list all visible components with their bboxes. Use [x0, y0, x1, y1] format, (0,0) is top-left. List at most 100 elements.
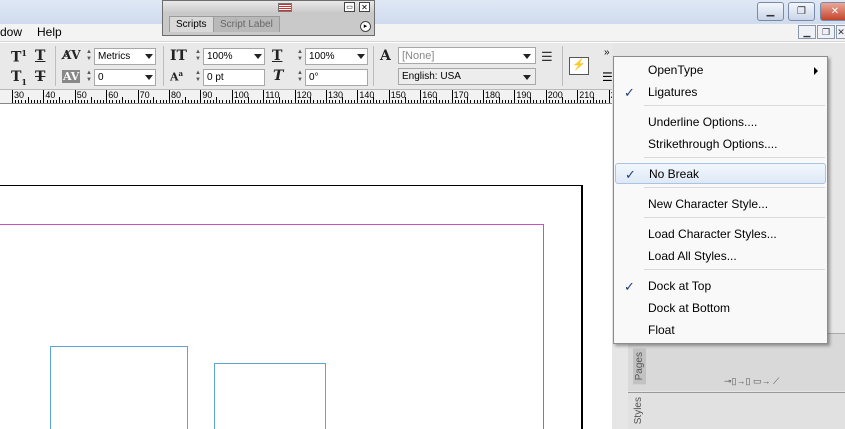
skew-stepper[interactable]: ▲ ▼	[296, 70, 304, 84]
ruler-minor-tick	[322, 100, 324, 103]
divider	[373, 46, 374, 86]
ruler-tick	[326, 90, 327, 103]
menu-item-label: No Break	[649, 167, 700, 181]
chevron-down-icon[interactable]	[254, 54, 262, 59]
more-options-icon[interactable]: »	[604, 47, 610, 58]
restore-button[interactable]: ❐	[788, 2, 815, 21]
vertical-scale-stepper[interactable]: ▲ ▼	[194, 49, 202, 63]
ruler-minor-tick	[282, 100, 284, 103]
minimize-button[interactable]: ▁	[757, 2, 784, 21]
menu-item-underline-options[interactable]: Underline Options....	[615, 112, 826, 133]
ruler-minor-tick	[395, 100, 397, 103]
baseline-shift-field[interactable]: 0 pt	[203, 69, 265, 86]
style-options-icon[interactable]: ☰	[541, 49, 553, 65]
menu-item-label: Underline Options....	[648, 115, 758, 129]
graphics-frame[interactable]	[50, 346, 188, 429]
tab-scripts[interactable]: Scripts	[169, 16, 214, 32]
ruler-minor-tick	[121, 97, 123, 103]
chevron-down-icon[interactable]	[145, 75, 153, 80]
menu-item-dock-at-top[interactable]: ✓ Dock at Top	[615, 276, 826, 297]
graphics-frame[interactable]	[214, 363, 326, 429]
ruler-tick	[74, 90, 76, 103]
kerning-icon: A̸V	[62, 48, 81, 62]
ruler-minor-tick	[580, 100, 582, 103]
ruler-minor-tick	[46, 100, 48, 103]
panel-menu-icon[interactable]: ▸	[360, 21, 371, 32]
menu-item-float[interactable]: Float	[615, 320, 826, 341]
vertical-scale-icon: IT	[170, 48, 187, 64]
menu-item-strikethrough-options[interactable]: Strikethrough Options....	[615, 134, 826, 155]
ruler-minor-tick	[90, 97, 92, 103]
underline-icon[interactable]: T	[35, 48, 45, 64]
checkmark-icon: ✓	[624, 279, 635, 294]
ruler-minor-tick	[241, 100, 243, 103]
menu-window[interactable]: dow	[0, 25, 22, 39]
ruler-minor-tick	[109, 100, 111, 103]
horizontal-ruler[interactable]: 30 40 50 60 70 80 90 100 110 120 130 140 150 160 170 18…	[0, 90, 612, 104]
ruler-minor-tick	[206, 100, 208, 103]
close-panel-icon[interactable]: ✕	[359, 2, 370, 12]
ruler-minor-tick	[461, 100, 463, 103]
tab-script-label[interactable]: Script Label	[213, 16, 280, 32]
skew-field[interactable]: 0°	[305, 69, 368, 86]
pages-panel-controls[interactable]: ⊸▯→▯ ▭→ ⟋	[724, 376, 779, 387]
kerning-stepper[interactable]: ▲ ▼	[85, 49, 93, 63]
panel-grip[interactable]: ▭ ✕	[163, 1, 374, 14]
ruler-minor-tick	[118, 100, 120, 103]
menu-item-load-all-styles[interactable]: Load All Styles...	[615, 246, 826, 267]
chevron-down-icon[interactable]	[523, 75, 531, 80]
ruler-minor-tick	[558, 100, 560, 103]
menu-item-label: Dock at Top	[648, 279, 712, 293]
checkmark-icon: ✓	[624, 85, 635, 100]
ruler-label: 190	[516, 90, 532, 100]
ruler-label: 120	[296, 90, 312, 100]
ruler-label: 180	[485, 90, 501, 100]
ruler-minor-tick	[476, 100, 478, 103]
checkmark-icon: ✓	[625, 167, 636, 182]
strikethrough-icon[interactable]: T	[35, 69, 45, 85]
menu-item-ligatures[interactable]: ✓ Ligatures	[615, 82, 826, 103]
tab-pages[interactable]: Pages	[633, 348, 646, 385]
ruler-minor-tick	[508, 100, 510, 103]
ruler-minor-tick	[464, 100, 466, 103]
menu-separator	[644, 105, 825, 106]
superscript-icon[interactable]: T1	[11, 48, 27, 66]
menu-item-new-character-style[interactable]: New Character Style...	[615, 194, 826, 215]
menu-item-load-character-styles[interactable]: Load Character Styles...	[615, 224, 826, 245]
close-window-button[interactable]: ✕	[820, 2, 845, 21]
ruler-minor-tick	[266, 100, 268, 103]
ruler-minor-tick	[228, 100, 230, 103]
divider	[55, 46, 56, 86]
mdi-restore-button[interactable]: ❐	[817, 25, 835, 39]
ruler-minor-tick	[175, 100, 177, 103]
menu-item-label: Load All Styles...	[648, 249, 737, 263]
menu-item-opentype[interactable]: OpenType	[615, 60, 826, 81]
ruler-minor-tick	[366, 100, 368, 103]
ruler-minor-tick	[194, 100, 196, 103]
chevron-down-icon[interactable]	[357, 54, 365, 59]
chevron-down-icon[interactable]	[523, 54, 531, 59]
ruler-label: 140	[359, 90, 375, 100]
tab-styles[interactable]: Styles	[633, 397, 644, 424]
character-style-field[interactable]: [None]	[398, 47, 536, 64]
menu-item-no-break[interactable]: ✓ No Break	[615, 163, 826, 184]
ruler-minor-tick	[260, 100, 262, 103]
quick-apply-icon[interactable]: ⚡	[569, 57, 589, 75]
ruler-minor-tick	[125, 100, 127, 103]
collapse-panel-icon[interactable]: ▭	[344, 2, 355, 12]
ruler-tick	[200, 90, 202, 103]
subscript-icon[interactable]: T1	[11, 69, 27, 87]
tracking-stepper[interactable]: ▲ ▼	[85, 70, 93, 84]
ruler-minor-tick	[413, 100, 415, 103]
baseline-shift-stepper[interactable]: ▲ ▼	[194, 70, 202, 84]
chevron-down-icon[interactable]	[145, 54, 153, 59]
menu-item-dock-at-bottom[interactable]: Dock at Bottom	[615, 298, 826, 319]
mdi-close-button[interactable]: ✕	[836, 25, 845, 39]
menu-help[interactable]: Help	[37, 25, 62, 39]
ruler-minor-tick	[71, 100, 73, 103]
horizontal-scale-stepper[interactable]: ▲ ▼	[296, 49, 304, 63]
document-canvas[interactable]	[0, 105, 612, 429]
ruler-minor-tick	[523, 100, 525, 103]
mdi-minimize-button[interactable]: ▁	[798, 25, 816, 39]
language-field[interactable]: English: USA	[398, 68, 536, 85]
